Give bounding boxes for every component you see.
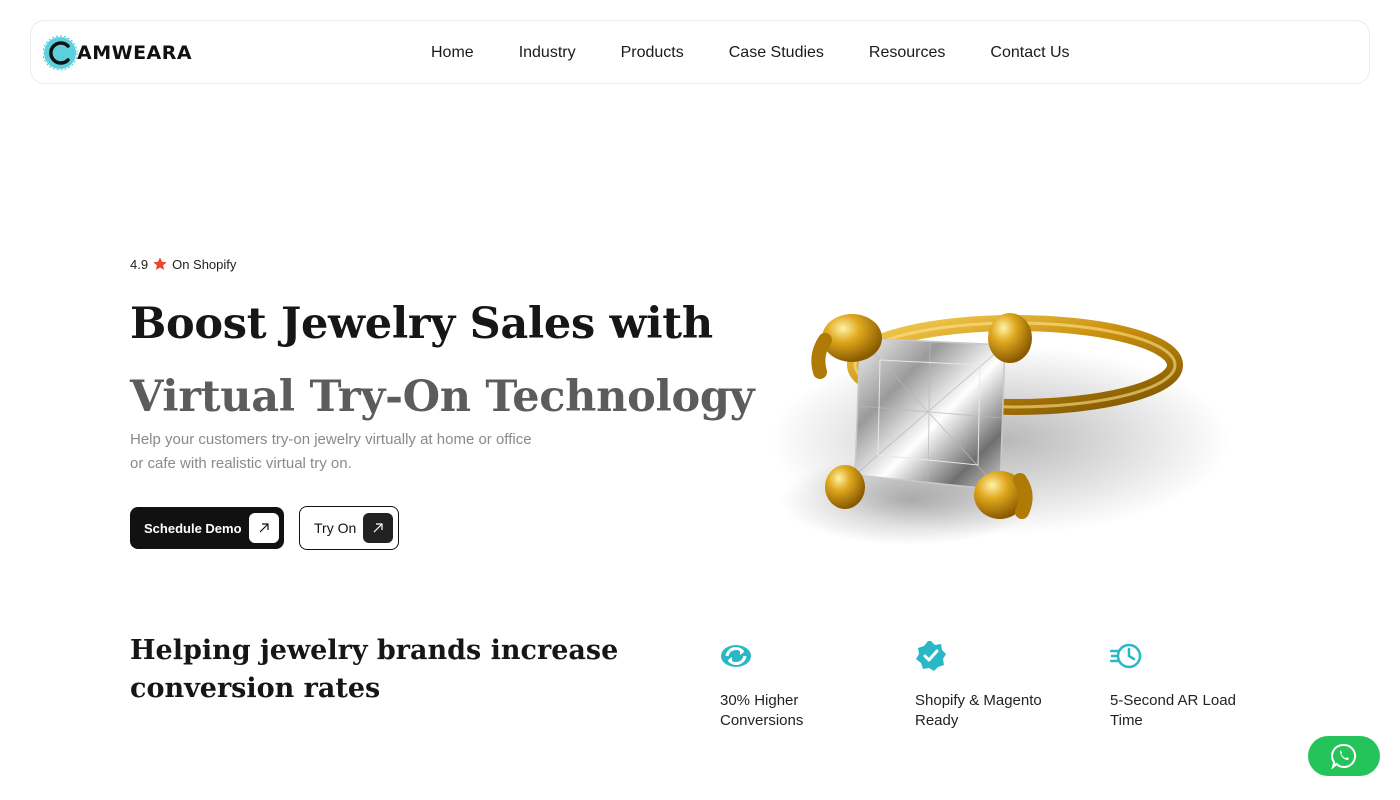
logo-c-icon [43,35,78,71]
hero-headline: Boost Jewelry Sales with Virtual Try-On … [130,288,755,434]
ring-product-image [770,313,1230,545]
verified-badge-icon [916,641,946,671]
stat-label: 30% Higher Conversions [720,692,804,729]
whatsapp-icon [1331,743,1356,769]
try-on-button[interactable]: Try On [299,506,399,550]
stat-label: Shopify & Magento Ready [915,692,1042,729]
fast-clock-icon [1109,643,1142,669]
section-tagline: Helping jewelry brands increase conversi… [130,635,619,704]
stat-load-time: 5-Second AR Load Time [1109,640,1270,731]
nav-contact-us[interactable]: Contact Us [990,44,1069,62]
refresh-arrows-icon [721,645,751,667]
brand-name: AMWEARA [77,42,193,64]
nav-products[interactable]: Products [621,44,684,62]
schedule-demo-label: Schedule Demo [144,520,242,536]
rating-value: 4.9 [130,256,149,272]
stat-platforms: Shopify & Magento Ready [915,640,1075,731]
headline-line-2: Virtual Try-On Technology [130,372,755,422]
nav-resources[interactable]: Resources [869,44,945,62]
arrow-up-right-icon [249,513,279,543]
top-navbar: AMWEARA Home Industry Products Case Stud… [30,20,1370,84]
hero-subtext: Help your customers try-on jewelry virtu… [130,431,532,472]
stat-label: 5-Second AR Load Time [1110,692,1236,729]
schedule-demo-button[interactable]: Schedule Demo [130,507,284,549]
arrow-up-right-icon [363,513,393,543]
stat-conversions: 30% Higher Conversions [720,640,880,731]
rating-source: On Shopify [172,256,237,272]
nav-case-studies[interactable]: Case Studies [729,44,824,62]
brand-logo[interactable]: AMWEARA [43,33,192,73]
shopify-rating: 4.9 On Shopify [130,256,236,272]
nav-industry[interactable]: Industry [519,44,576,62]
try-on-label: Try On [314,520,357,536]
nav-home[interactable]: Home [431,44,474,62]
star-icon [153,257,167,270]
main-menu: Home Industry Products Case Studies Reso… [431,21,1070,85]
headline-line-1: Boost Jewelry Sales with [130,299,713,349]
whatsapp-chat-button[interactable] [1308,736,1380,776]
